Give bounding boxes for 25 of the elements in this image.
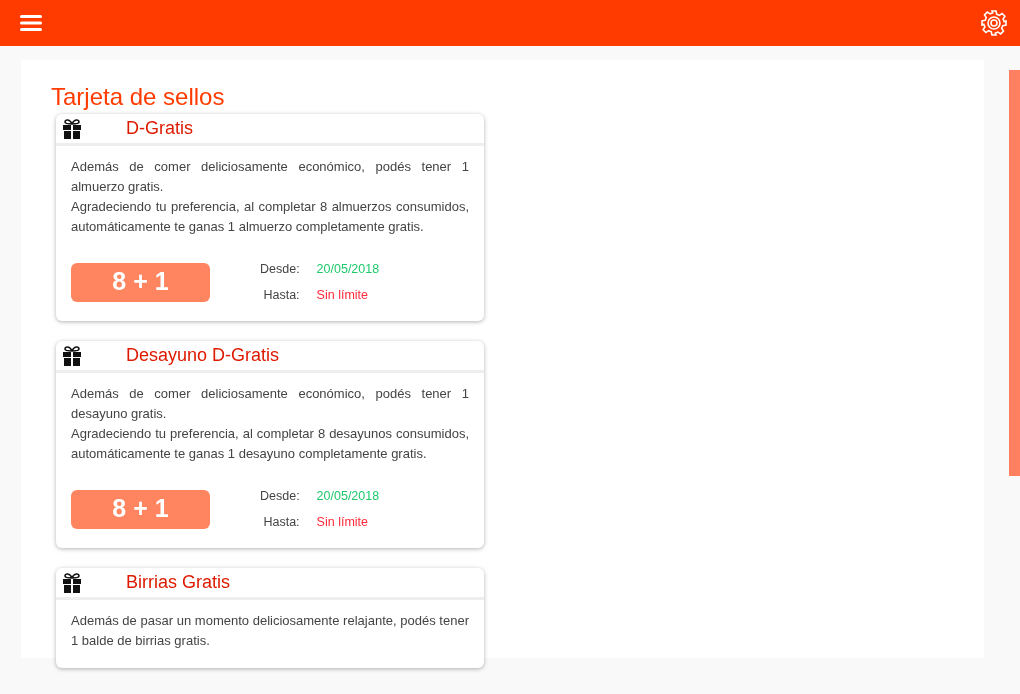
- scrollbar[interactable]: [1009, 70, 1020, 476]
- gift-icon: [62, 345, 82, 366]
- card-title: D-Gratis: [126, 117, 193, 140]
- from-label: Desde:: [260, 261, 300, 278]
- menu-icon[interactable]: [20, 15, 42, 31]
- stamp-badge: 8 + 1: [71, 489, 210, 529]
- from-label: Desde:: [260, 488, 300, 505]
- card-description: Además de comer deliciosamente económico, podés tener 1 almuerzo gratis.: [71, 158, 469, 196]
- until-date: Sin límite: [316, 287, 369, 304]
- gift-icon: [62, 118, 82, 139]
- settings-icon[interactable]: [980, 9, 1008, 37]
- until-date: Sin límite: [316, 514, 369, 531]
- gift-icon: [62, 572, 82, 593]
- card-description: Agradeciendo tu preferencia, al completar 8 desayunos consumidos, automáticamente te ganas 1 desayuno completamente gratis.: [71, 425, 469, 463]
- card-description: Además de pasar un momento deliciosamente relajante, podés tener 1 balde de birrias gratis.: [71, 612, 469, 650]
- until-label: Hasta:: [262, 287, 300, 304]
- card-description: Agradeciendo tu preferencia, al completar 8 almuerzos consumidos, automáticamente te ganas 1 almuerzo completamente gratis.: [71, 198, 469, 236]
- card-title: Birrias Gratis: [126, 571, 230, 594]
- from-date: 20/05/2018: [316, 261, 380, 278]
- page-title: Tarjeta de sellos: [50, 82, 226, 112]
- until-label: Hasta:: [262, 514, 300, 531]
- card-description: Además de comer deliciosamente económico, podés tener 1 desayuno gratis.: [71, 385, 469, 423]
- from-date: 20/05/2018: [316, 488, 380, 505]
- stamp-badge: 8 + 1: [71, 262, 210, 302]
- card-title: Desayuno D-Gratis: [126, 344, 280, 367]
